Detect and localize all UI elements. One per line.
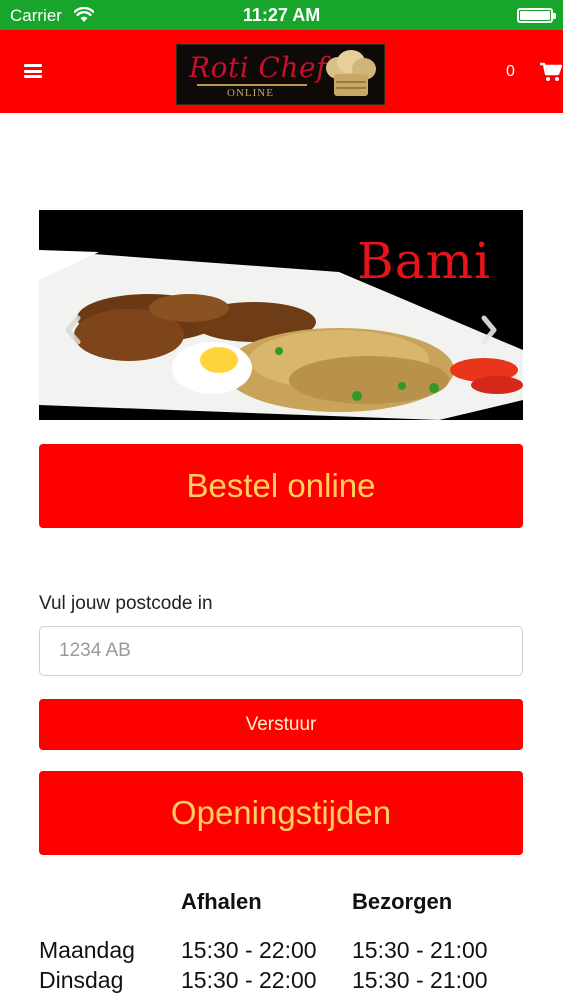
opening-hours-button[interactable]: Openingstijden: [39, 771, 523, 855]
order-online-button[interactable]: Bestel online: [39, 444, 523, 528]
delivery-hours-cell: 15:30 - 21:00: [352, 967, 488, 993]
carousel-prev-icon[interactable]: [63, 315, 83, 345]
postcode-input[interactable]: [39, 626, 523, 676]
status-bar: Carrier 11:27 AM: [0, 0, 563, 30]
logo-subtitle: ONLINE: [227, 87, 274, 99]
food-carousel[interactable]: Bami: [39, 210, 523, 420]
shopping-cart-icon[interactable]: [540, 62, 562, 82]
pickup-hours-cell: 15:30 - 22:00: [181, 967, 317, 993]
cart-count: 0: [506, 63, 515, 80]
battery-icon: [517, 8, 556, 23]
day-cell: Maandag: [39, 937, 135, 963]
roti-chef-logo[interactable]: Roti Chef ONLINE: [176, 44, 385, 105]
hamburger-menu-icon[interactable]: [24, 64, 42, 78]
clock: 11:27 AM: [242, 5, 321, 25]
logo-underline: [197, 84, 307, 86]
slide-caption: Bami: [357, 232, 491, 290]
table-header-row: Afhalen Bezorgen: [39, 889, 539, 919]
app-header: Roti Chef ONLINE 0: [0, 30, 563, 113]
table-row: Dinsdag 15:30 - 22:00 15:30 - 21:00: [39, 967, 539, 997]
column-header-pickup: Afhalen: [181, 889, 262, 914]
table-row: Maandag 15:30 - 22:00 15:30 - 21:00: [39, 937, 539, 967]
delivery-hours-cell: 15:30 - 21:00: [352, 937, 488, 963]
pickup-hours-cell: 15:30 - 22:00: [181, 937, 317, 963]
column-header-delivery: Bezorgen: [352, 889, 453, 914]
submit-postcode-button[interactable]: Verstuur: [39, 699, 523, 750]
postcode-label: Vul jouw postcode in: [39, 593, 213, 614]
carousel-next-icon[interactable]: [479, 315, 499, 345]
chef-hat-icon: [326, 50, 376, 96]
day-cell: Dinsdag: [39, 967, 124, 993]
logo-title: Roti Chef: [189, 51, 327, 84]
